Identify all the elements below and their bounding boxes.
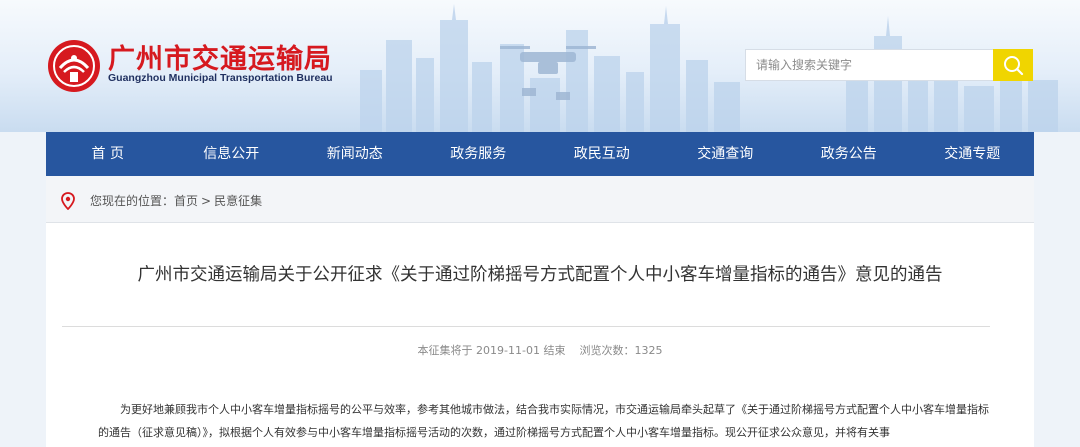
nav-item-topics[interactable]: 交通专题 bbox=[911, 132, 1035, 176]
site-name-cn[interactable]: 广州市交通运输局 bbox=[108, 37, 332, 76]
search-button[interactable] bbox=[993, 49, 1033, 81]
main-nav: 首 页 信息公开 新闻动态 政务服务 政民互动 交通查询 政务公告 交通专题 bbox=[46, 132, 1034, 176]
breadcrumb-current-link[interactable]: 民意征集 bbox=[214, 194, 262, 208]
magnifier-icon bbox=[1004, 56, 1024, 76]
article-deadline: 本征集将于 2019-11-01 结束 bbox=[417, 344, 566, 357]
bureau-emblem-icon[interactable] bbox=[46, 38, 102, 94]
breadcrumb-home-link[interactable]: 首页 bbox=[174, 194, 198, 208]
article-view-count: 浏览次数：1325 bbox=[579, 344, 663, 357]
article-title: 广州市交通运输局关于公开征求《关于通过阶梯摇号方式配置个人中小客车增量指标的通告… bbox=[137, 265, 943, 285]
breadcrumb: 您现在的位置：首页 > 民意征集 bbox=[46, 176, 1034, 223]
breadcrumb-prefix: 您现在的位置： bbox=[90, 194, 175, 208]
nav-item-home[interactable]: 首 页 bbox=[46, 132, 170, 176]
breadcrumb-separator: > bbox=[201, 194, 212, 208]
site-header: 广州市交通运输局 Guangzhou Municipal Transportat… bbox=[0, 0, 1080, 132]
nav-item-gov-services[interactable]: 政务服务 bbox=[417, 132, 541, 176]
nav-item-info-disclosure[interactable]: 信息公开 bbox=[170, 132, 294, 176]
nav-item-announcements[interactable]: 政务公告 bbox=[787, 132, 911, 176]
site-name-en[interactable]: Guangzhou Municipal Transportation Burea… bbox=[108, 72, 333, 84]
nav-item-traffic-query[interactable]: 交通查询 bbox=[664, 132, 788, 176]
location-pin-icon bbox=[61, 192, 75, 210]
nav-item-interaction[interactable]: 政民互动 bbox=[540, 132, 664, 176]
content-panel: 您现在的位置：首页 > 民意征集 广州市交通运输局关于公开征求《关于通过阶梯摇号方式… bbox=[46, 176, 1034, 447]
article-meta: 本征集将于 2019-11-01 结束 浏览次数：1325 bbox=[46, 342, 1034, 358]
article-body: 为更好地兼顾我市个人中小客车增量指标摇号的公平与效率，参考其他城市做法，结合我市… bbox=[98, 403, 989, 439]
title-divider bbox=[62, 326, 990, 327]
search-input[interactable]: 请输入搜索关键字 bbox=[745, 49, 993, 81]
nav-item-news[interactable]: 新闻动态 bbox=[293, 132, 417, 176]
